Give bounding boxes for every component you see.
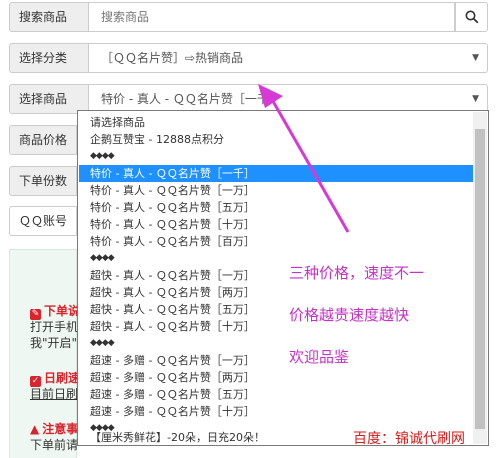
dropdown-option[interactable]: 特价 - 真人 - ＱＱ名片赞［五万］ (90, 199, 255, 216)
qq-label: ＱＱ账号 (9, 206, 77, 236)
dropdown-option-selected[interactable]: 特价 - 真人 - ＱＱ名片赞［一千］ (79, 165, 473, 182)
dropdown-option[interactable]: 请选择商品 (90, 114, 145, 131)
dropdown-option[interactable]: 【厘米秀鲜花】-20朵，日充20朵！ (90, 429, 265, 445)
dropdown-option[interactable]: 特价 - 真人 - ＱＱ名片赞［一万］ (90, 182, 255, 199)
dropdown-option[interactable]: 超快 - 真人 - ＱＱ名片赞［十万］ (90, 318, 255, 335)
category-row: 选择分类 ［ＱＱ名片赞］⇨热销商品 ▼ (9, 43, 488, 73)
dropdown-option[interactable]: 特价 - 真人 - ＱＱ名片赞［百万］ (90, 233, 255, 250)
dropdown-option[interactable]: 超速 - 多赠 - ＱＱ名片赞［两万］ (90, 369, 255, 386)
notice-text: 打开手机 (30, 320, 79, 334)
warning-icon: ▲ (30, 422, 40, 436)
dropdown-option[interactable]: 超速 - 多赠 - ＱＱ名片赞［一万］ (90, 352, 255, 369)
search-row: 搜索商品 (9, 2, 488, 32)
chevron-down-icon: ▼ (472, 53, 479, 63)
dropdown-option[interactable]: 超速 - 多赠 - ＱＱ名片赞［十万］ (90, 403, 255, 420)
chevron-down-icon: ▼ (472, 94, 479, 104)
notice-text: 下单前请 (30, 438, 79, 452)
notice-heading-caution: ▲ 注意事 (30, 422, 79, 436)
dropdown-separator[interactable]: ◆◆◆◆ (90, 148, 115, 165)
category-label: 选择分类 (9, 43, 89, 73)
product-value: 特价 - 真人 - ＱＱ名片赞［一千 (101, 92, 269, 106)
search-label: 搜索商品 (9, 2, 89, 32)
category-select[interactable]: ［ＱＱ名片赞］⇨热销商品 ▼ (89, 43, 488, 73)
dropdown-option[interactable]: 超快 - 真人 - ＱＱ名片赞［五万］ (90, 301, 255, 318)
quantity-label: 下单份数 (9, 166, 77, 196)
category-value: ［ＱＱ名片赞］⇨热销商品 (101, 51, 244, 65)
dropdown-separator[interactable]: ◆◆◆◆ (90, 335, 115, 352)
dropdown-scrollbar-thumb[interactable] (475, 129, 485, 429)
search-button[interactable] (455, 2, 488, 32)
annotation-text: 三种价格，速度不一 (289, 264, 425, 282)
notice-text: 我"开启" (30, 336, 78, 350)
dropdown-option[interactable]: 超速 - 多赠 - ＱＱ名片赞［五万］ (90, 386, 255, 403)
annotation-text: 欢迎品鉴 (289, 348, 350, 366)
annotation-text: 价格越贵速度越快 (289, 306, 410, 324)
search-icon (465, 10, 479, 24)
notice-text[interactable]: 目前日刷 (30, 385, 78, 402)
product-dropdown-list[interactable]: 请选择商品 企鹅互赞宝 - 12888点积分 ◆◆◆◆ 特价 - 真人 - ＱＱ… (77, 110, 489, 446)
dropdown-separator[interactable]: ◆◆◆◆ (90, 250, 115, 267)
search-input[interactable] (89, 2, 455, 32)
dropdown-option[interactable]: 企鹅互赞宝 - 12888点积分 (90, 131, 224, 148)
watermark: 百度：锦诚代刷网 (353, 431, 465, 447)
dropdown-option[interactable]: 特价 - 真人 - ＱＱ名片赞［十万］ (90, 216, 255, 233)
dropdown-option[interactable]: 超快 - 真人 - ＱＱ名片赞［两万］ (90, 284, 255, 301)
price-label: 商品价格 (9, 125, 77, 155)
dropdown-option[interactable]: 超快 - 真人 - ＱＱ名片赞［一万］ (90, 267, 255, 284)
